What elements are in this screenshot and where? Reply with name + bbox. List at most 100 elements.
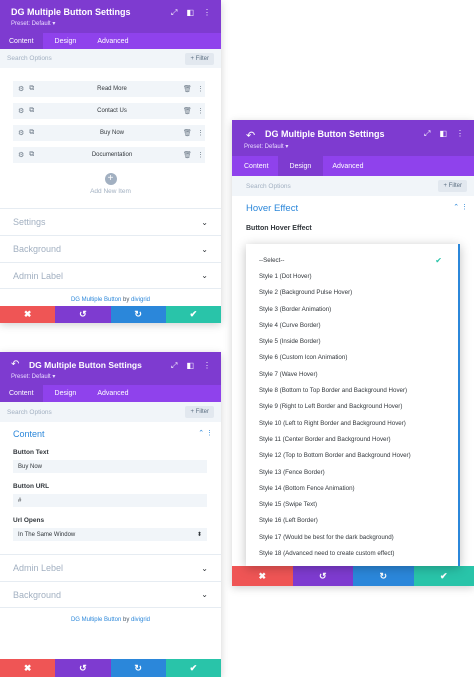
trash-icon[interactable]: 🗑 — [183, 85, 192, 93]
list-item[interactable]: ⚙ ⧉ Buy Now 🗑 ⋮ — [13, 125, 205, 141]
tab-advanced[interactable]: Advanced — [85, 385, 137, 402]
discard-button[interactable]: ✖ — [232, 566, 293, 586]
tab-advanced[interactable]: Advanced — [85, 33, 137, 49]
hover-effect-dropdown[interactable]: --Select-- ✔ Style 1 (Dot Hover) Style 2 … — [246, 244, 460, 566]
tab-design[interactable]: Design — [277, 156, 324, 176]
chevron-up-icon[interactable]: ⌃ ⋮ — [198, 429, 213, 439]
tab-advanced[interactable]: Advanced — [323, 156, 372, 176]
dropdown-option[interactable]: Style 11 (Center Border and Background H… — [246, 431, 458, 447]
dropdown-option[interactable]: Style 5 (Inside Border) — [246, 333, 458, 349]
preset-selector[interactable]: Preset: Default ▾ — [11, 20, 55, 27]
copy-icon[interactable]: ⧉ — [29, 85, 34, 93]
panel-header[interactable]: DG Multiple Button Settings Preset: Defa… — [0, 0, 221, 33]
gear-icon[interactable]: ⚙ — [18, 129, 24, 137]
fullscreen-icon[interactable]: ⤢ — [171, 361, 177, 371]
filter-button[interactable]: + Filter — [185, 52, 214, 65]
gear-icon[interactable]: ⚙ — [18, 107, 24, 115]
trash-icon[interactable]: 🗑 — [183, 129, 192, 137]
credit-link[interactable]: DG Multiple Button — [71, 617, 121, 623]
dropdown-option[interactable]: Style 7 (Wave Hover) — [246, 366, 458, 382]
trash-icon[interactable]: 🗑 — [183, 107, 192, 115]
section-background[interactable]: Background ⌄ — [0, 581, 221, 608]
section-settings[interactable]: Settings ⌄ — [0, 208, 221, 235]
more-icon[interactable]: ⋮ — [203, 361, 211, 371]
button-text-input[interactable]: Buy Now — [13, 460, 207, 473]
redo-button[interactable]: ↻ — [110, 306, 166, 323]
dropdown-option[interactable]: Style 15 (Swipe Text) — [246, 496, 458, 512]
dropdown-option[interactable]: Style 9 (Right to Left Border and Backgr… — [246, 399, 458, 415]
discard-button[interactable]: ✖ — [0, 659, 56, 677]
dropdown-option[interactable]: Style 4 (Curve Border) — [246, 317, 458, 333]
copy-icon[interactable]: ⧉ — [29, 129, 34, 137]
save-button[interactable]: ✔ — [413, 566, 474, 586]
undo-button[interactable]: ↺ — [292, 566, 353, 586]
dropdown-option[interactable]: Style 16 (Left Border) — [246, 513, 458, 529]
credit-author[interactable]: divigrid — [131, 617, 150, 623]
preset-selector[interactable]: Preset: Default ▾ — [244, 143, 288, 150]
dropdown-option[interactable]: Style 18 (Advanced need to create custom… — [246, 545, 458, 561]
dropdown-option[interactable]: Style 10 (Left to Right Border and Backg… — [246, 415, 458, 431]
redo-button[interactable]: ↻ — [353, 566, 414, 586]
panel-header[interactable]: ↶ DG Multiple Button Settings Preset: De… — [232, 120, 474, 156]
redo-button[interactable]: ↻ — [110, 659, 166, 677]
add-new-item-button[interactable]: + Add New Item — [0, 173, 221, 195]
fullscreen-icon[interactable]: ⤢ — [424, 129, 430, 139]
trash-icon[interactable]: 🗑 — [183, 151, 192, 159]
dropdown-option[interactable]: Style 8 (Bottom to Top Border and Backgr… — [246, 382, 458, 398]
tab-content[interactable]: Content — [0, 33, 43, 49]
search-input[interactable]: Search Options — [7, 409, 52, 416]
undo-button[interactable]: ↺ — [55, 659, 111, 677]
fullscreen-icon[interactable]: ⤢ — [171, 8, 177, 18]
hover-section-header[interactable]: Hover Effect ⌃ ⋮ — [246, 203, 468, 214]
list-item[interactable]: ⚙ ⧉ Read More 🗑 ⋮ — [13, 81, 205, 97]
dropdown-option[interactable]: Style 13 (Fence Border) — [246, 464, 458, 480]
dropdown-option[interactable]: Style 14 (Bottom Fence Animation) — [246, 480, 458, 496]
tab-design[interactable]: Design — [43, 385, 86, 402]
more-icon[interactable]: ⋮ — [197, 107, 204, 115]
search-input[interactable]: Search Options — [239, 183, 291, 190]
dropdown-option[interactable]: Style 12 (Top to Bottom Border and Backg… — [246, 448, 458, 464]
undo-button[interactable]: ↺ — [55, 306, 111, 323]
dropdown-option[interactable]: Style 3 (Border Animation) — [246, 301, 458, 317]
list-item[interactable]: ⚙ ⧉ Documentation 🗑 ⋮ — [13, 147, 205, 163]
dropdown-option[interactable]: Style 2 (Background Pulse Hover) — [246, 285, 458, 301]
preset-selector[interactable]: Preset: Default ▾ — [11, 373, 55, 380]
more-icon[interactable]: ⋮ — [456, 129, 464, 139]
url-opens-select[interactable]: In The Same Window ⬍ — [13, 528, 207, 541]
filter-button[interactable]: + Filter — [438, 180, 467, 192]
more-icon[interactable]: ⋮ — [197, 129, 204, 137]
content-section-header[interactable]: Content ⌃ ⋮ — [13, 429, 213, 439]
gear-icon[interactable]: ⚙ — [18, 85, 24, 93]
dropdown-option[interactable]: Style 1 (Dot Hover) — [246, 268, 458, 284]
credit-author[interactable]: divigrid — [131, 297, 150, 303]
filter-button[interactable]: + Filter — [185, 406, 214, 418]
save-button[interactable]: ✔ — [165, 306, 221, 323]
dropdown-option[interactable]: --Select-- ✔ — [246, 252, 458, 268]
more-icon[interactable]: ⋮ — [197, 85, 204, 93]
copy-icon[interactable]: ⧉ — [29, 107, 34, 115]
section-admin-label[interactable]: Admin Lebel ⌄ — [0, 554, 221, 581]
section-admin-label[interactable]: Admin Label ⌄ — [0, 262, 221, 289]
copy-icon[interactable]: ⧉ — [29, 151, 34, 159]
search-input[interactable]: Search Options — [7, 55, 52, 62]
more-icon[interactable]: ⋮ — [197, 151, 204, 159]
save-button[interactable]: ✔ — [165, 659, 221, 677]
chevron-up-icon[interactable]: ⌃ ⋮ — [453, 203, 468, 214]
panel-header[interactable]: DG Multiple Button Settings Preset: Defa… — [0, 352, 221, 385]
dropdown-option[interactable]: Style 6 (Custom Icon Animation) — [246, 350, 458, 366]
button-url-input[interactable]: # — [13, 494, 207, 507]
split-view-icon[interactable]: ◧ — [439, 129, 447, 139]
discard-button[interactable]: ✖ — [0, 306, 56, 323]
split-view-icon[interactable]: ◧ — [186, 8, 194, 18]
tab-design[interactable]: Design — [43, 33, 86, 49]
gear-icon[interactable]: ⚙ — [18, 151, 24, 159]
section-background[interactable]: Background ⌄ — [0, 235, 221, 262]
split-view-icon[interactable]: ◧ — [186, 361, 194, 371]
more-icon[interactable]: ⋮ — [203, 8, 211, 18]
tab-content[interactable]: Content — [0, 385, 43, 402]
tab-content[interactable]: Content — [232, 156, 278, 176]
back-arrow-icon[interactable]: ↶ — [11, 359, 19, 370]
back-arrow-icon[interactable]: ↶ — [246, 129, 255, 142]
list-item[interactable]: ⚙ ⧉ Contact Us 🗑 ⋮ — [13, 103, 205, 119]
dropdown-option[interactable]: Style 17 (Would be best for the dark bac… — [246, 529, 458, 545]
